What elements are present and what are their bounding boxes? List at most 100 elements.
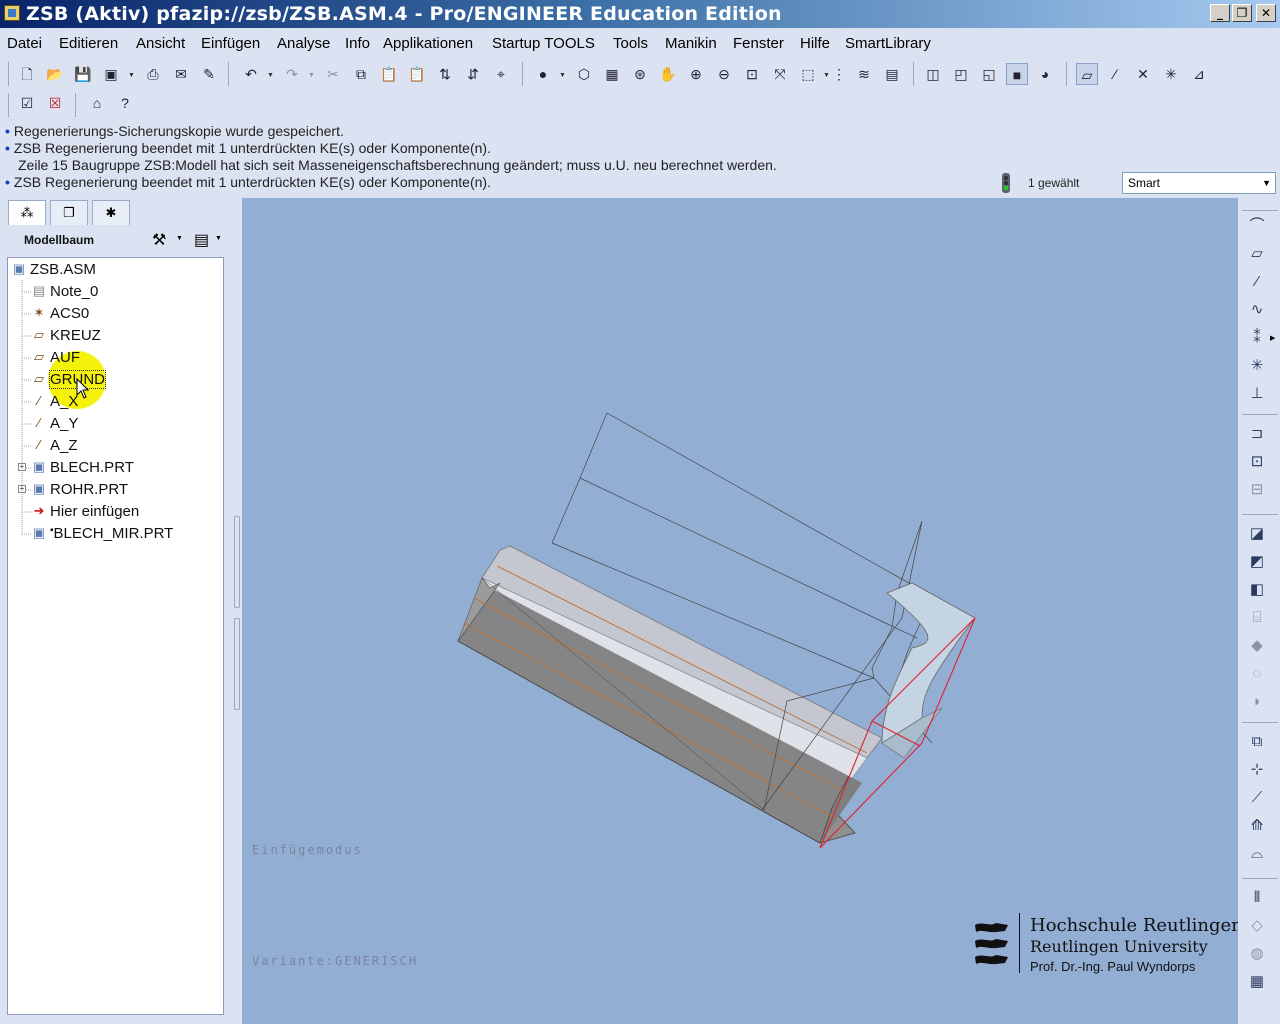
view-list-icon[interactable]: ⋮ [828, 63, 850, 85]
tree-item-insert-here[interactable]: ➜ Hier einfügen [8, 501, 218, 523]
copy-feature-icon[interactable]: ⧉ [1244, 730, 1270, 754]
datum-point-tool-icon[interactable]: ⁑ [1244, 326, 1270, 350]
shading-icon[interactable]: ■ [1006, 63, 1028, 85]
trim-tool-icon[interactable]: ⟋ [1244, 786, 1270, 810]
close-button[interactable]: ✕ [1256, 4, 1276, 22]
layers-icon[interactable]: ≋ [853, 63, 875, 85]
zoom-out-icon[interactable]: ⊖ [713, 63, 735, 85]
tree-item-kreuz[interactable]: ▱ KREUZ [8, 325, 218, 347]
tree-settings-dropdown-icon[interactable]: ▼ [176, 235, 183, 242]
redo-icon[interactable]: ↷ [281, 63, 303, 85]
menu-analyse[interactable]: Analyse [277, 35, 330, 52]
app-icon[interactable] [4, 5, 20, 21]
menu-hilfe[interactable]: Hilfe [800, 35, 830, 52]
tree-item-grund[interactable]: ▱ GRUND [8, 369, 218, 391]
datum-planes-toggle-icon[interactable]: ▱ [1076, 63, 1098, 85]
assemble-component-icon[interactable]: ⊐ [1244, 422, 1270, 446]
pan-hand-icon[interactable]: ✋ [657, 63, 679, 85]
tree-item-zsb-asm[interactable]: ▣ ZSB.ASM [8, 259, 218, 281]
panel-splitter[interactable] [233, 198, 242, 1024]
model-setup-icon[interactable]: ▤ [881, 63, 903, 85]
tree-item-a-z[interactable]: ⁄ A_Z [8, 435, 218, 457]
expand-icon[interactable]: + [18, 485, 26, 493]
close-window-icon[interactable]: ☒ [44, 92, 66, 114]
send-mail-icon[interactable]: ✉ [170, 63, 192, 85]
copy-icon[interactable]: ⧉ [350, 63, 372, 85]
find-binoculars-icon[interactable]: ⌖ [490, 63, 512, 85]
print-icon[interactable]: ⎙ [142, 63, 164, 85]
datum-curve-tool-icon[interactable]: ∿ [1244, 298, 1270, 322]
menu-editieren[interactable]: Editieren [59, 35, 118, 52]
edit-note-icon[interactable]: ✎ [198, 63, 220, 85]
tree-item-acs0[interactable]: ✶ ACS0 [8, 303, 218, 325]
datum-sketch-icon[interactable]: ⌒ [1244, 214, 1270, 238]
menu-startup-tools[interactable]: Startup TOOLS [492, 35, 595, 52]
tree-item-a-y[interactable]: ⁄ A_Y [8, 413, 218, 435]
selection-filter-select[interactable]: Smart ▼ [1122, 172, 1276, 194]
graphics-viewport[interactable]: Einfügemodus Variante:GENERISCH Hochschu… [242, 198, 1238, 1024]
shell-tool-icon[interactable]: ◌ [1244, 662, 1270, 686]
menu-tools[interactable]: Tools [613, 35, 648, 52]
context-help-icon[interactable]: ? [114, 92, 136, 114]
wireframe-icon[interactable]: ◫ [922, 63, 944, 85]
splitter-handle[interactable] [234, 516, 240, 608]
tab-model-tree[interactable]: ⁂ [8, 200, 46, 225]
accept-window-icon[interactable]: ☑ [16, 92, 38, 114]
tree-item-a-x[interactable]: ⁄ A_X [8, 391, 218, 413]
view-manager-icon[interactable]: ▦ [601, 63, 623, 85]
create-component-icon[interactable]: ⊡ [1244, 450, 1270, 474]
splitter-handle[interactable] [234, 618, 240, 710]
regenerate-icon[interactable]: ⇅ [434, 63, 456, 85]
menu-info[interactable]: Info [345, 35, 370, 52]
package-component-icon[interactable]: ⊟ [1244, 478, 1270, 502]
thicken-tool-icon[interactable]: ⌓ [1244, 842, 1270, 866]
menu-fenster[interactable]: Fenster [733, 35, 784, 52]
datum-points-toggle-icon[interactable]: ✕ [1132, 63, 1154, 85]
new-file-icon[interactable]: 🗋 [16, 63, 38, 85]
datum-plane-tool-icon[interactable]: ▱ [1244, 242, 1270, 266]
tab-folder-browser[interactable]: ❐ [50, 200, 88, 225]
datum-axis-tool-icon[interactable]: ⁄ [1244, 270, 1270, 294]
pattern-tool-icon[interactable]: ⊹ [1244, 758, 1270, 782]
minimize-button[interactable]: _ [1210, 4, 1230, 22]
revolve-tool-icon[interactable]: ◧ [1244, 578, 1270, 602]
menu-smartlibrary[interactable]: SmartLibrary [845, 35, 931, 52]
offset-tool-icon[interactable]: ⟰ [1244, 814, 1270, 838]
menu-einfuegen[interactable]: Einfügen [201, 35, 260, 52]
tree-item-rohr-prt[interactable]: + ▣ ROHR.PRT [8, 479, 218, 501]
tree-item-blech-mir-prt[interactable]: ▣ ▪BLECH_MIR.PRT [8, 523, 218, 545]
undo-dropdown-icon[interactable]: ▼ [267, 72, 274, 79]
shading-sphere-icon[interactable]: ● [532, 63, 554, 85]
paste-icon[interactable]: 📋 [378, 63, 400, 85]
spin-center-icon[interactable]: ⊛ [629, 63, 651, 85]
open-folder-icon[interactable]: 📂 [44, 63, 66, 85]
tree-show-icon[interactable]: ▤ [194, 230, 209, 250]
round-tool-icon[interactable]: ⌸ [1244, 606, 1270, 630]
zoom-in-icon[interactable]: ⊕ [685, 63, 707, 85]
redo-dropdown-icon[interactable]: ▼ [308, 72, 315, 79]
save-icon[interactable]: 💾 [72, 63, 94, 85]
enhanced-realism-icon[interactable]: ◕ [1034, 63, 1056, 85]
reorient-icon[interactable]: ⤧ [769, 63, 791, 85]
intersect-tool-icon[interactable]: ◍ [1244, 942, 1270, 966]
tree-settings-icon[interactable]: ⚒ [152, 230, 166, 250]
tree-show-dropdown-icon[interactable]: ▼ [215, 235, 222, 242]
menu-applikationen[interactable]: Applikationen [383, 35, 473, 52]
no-hidden-icon[interactable]: ◱ [978, 63, 1000, 85]
cut-icon[interactable]: ✂ [322, 63, 344, 85]
save-dropdown-icon[interactable]: ▼ [128, 72, 135, 79]
datum-axes-toggle-icon[interactable]: ⁄ [1104, 63, 1126, 85]
hidden-line-icon[interactable]: ◰ [950, 63, 972, 85]
menu-ansicht[interactable]: Ansicht [136, 35, 185, 52]
display-style-dropdown-icon[interactable]: ▼ [559, 72, 566, 79]
coordinate-system-tool-icon[interactable]: ✳ [1244, 354, 1270, 378]
saved-views-icon[interactable]: ⬡ [573, 63, 595, 85]
regenerate-manager-icon[interactable]: ⇵ [462, 63, 484, 85]
merge-tool-icon[interactable]: ◇ [1244, 914, 1270, 938]
tree-item-note-0[interactable]: ▤ Note_0 [8, 281, 218, 303]
mirror-tool-icon[interactable]: ⫴ [1244, 886, 1270, 910]
datum-point-flyout-icon[interactable]: ▶ [1270, 334, 1275, 342]
tree-item-blech-prt[interactable]: + ▣ BLECH.PRT [8, 457, 218, 479]
hole-tool-icon[interactable]: ◪ [1244, 522, 1270, 546]
analysis-tool-icon[interactable]: ⊥ [1244, 382, 1270, 406]
